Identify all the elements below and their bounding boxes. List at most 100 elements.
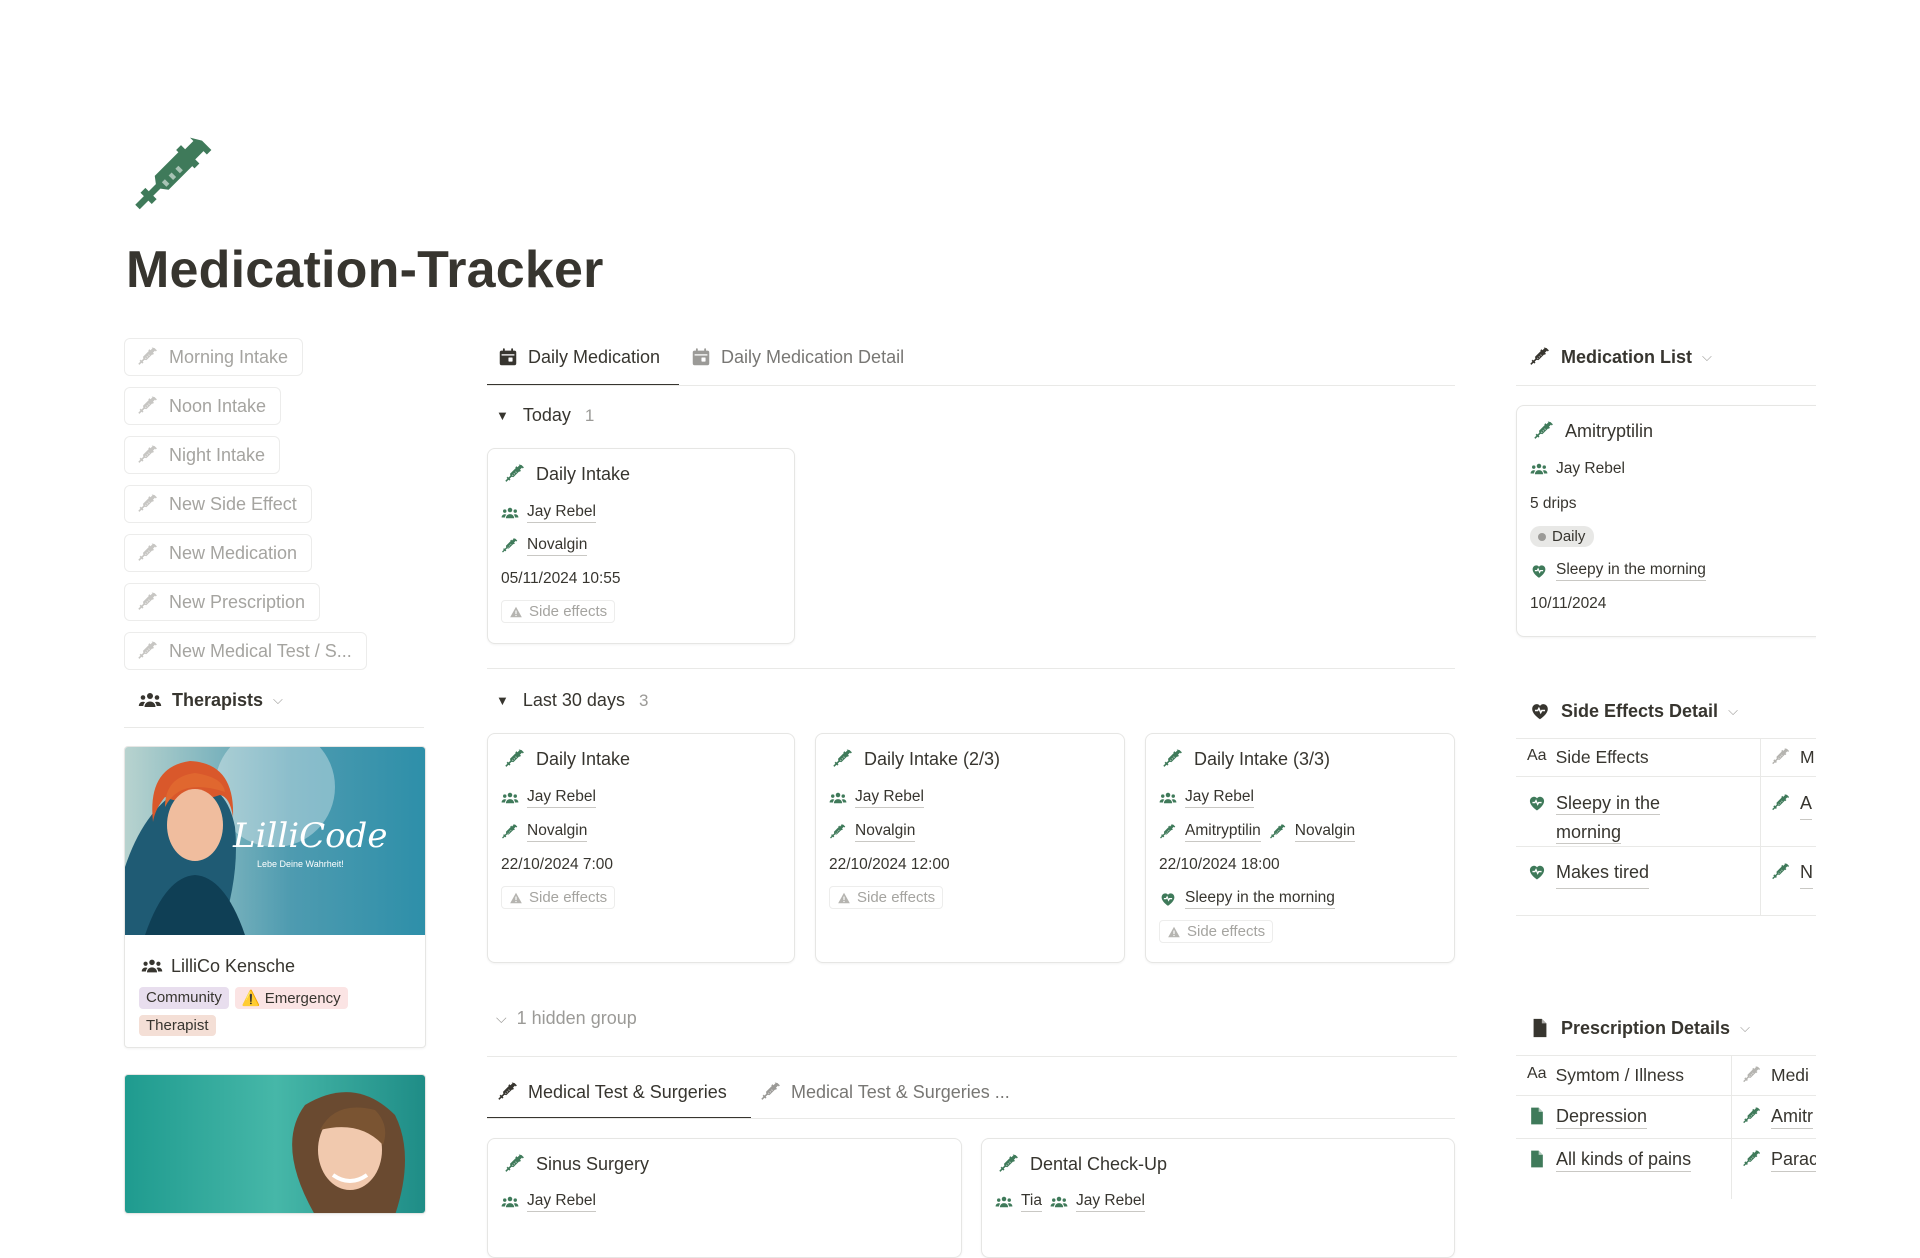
table-cell-medication[interactable]: Amitr (1742, 1106, 1813, 1129)
new-medical-test-button[interactable]: New Medical Test / S... (124, 632, 367, 670)
chevron-down-icon: ⌵ (496, 1010, 507, 1026)
row-divider (1516, 776, 1816, 777)
morning-intake-button[interactable]: Morning Intake (124, 338, 304, 376)
therapist-card-2[interactable] (124, 1074, 426, 1214)
people-icon (995, 1193, 1013, 1211)
new-side-effect-button[interactable]: New Side Effect (124, 485, 312, 523)
syringe-icon (137, 395, 159, 417)
card-title: Daily Intake (2/3) (832, 748, 1000, 770)
therapist-photo: LilliCode Lebe Deine Wahrheit! (125, 747, 425, 935)
side-effects-db-title[interactable]: Side Effects Detail ⌵ (1529, 700, 1738, 722)
therapist-tags: Community ⚠️ Emergency (139, 987, 348, 1009)
warning-icon (837, 891, 851, 905)
table-row[interactable]: Sleepy in the morning (1527, 789, 1661, 847)
tab-daily-medication-detail[interactable]: Daily Medication Detail (690, 346, 904, 368)
syringe-icon (1771, 747, 1791, 767)
hidden-groups-toggle[interactable]: ⌵ 1 hidden group (496, 1008, 637, 1029)
night-intake-button[interactable]: Night Intake (124, 436, 281, 474)
syringe-icon (504, 1153, 526, 1175)
person-prop: Jay Rebel (501, 503, 596, 523)
chevron-down-icon: ⌵ (1740, 1020, 1750, 1035)
intake-card[interactable]: Daily Intake (2/3) Jay Rebel Novalgin 22… (815, 733, 1125, 963)
tab-medical-test-surgeries-2[interactable]: Medical Test & Surgeries ... (760, 1081, 1010, 1103)
table-row[interactable]: Makes tired (1527, 858, 1650, 889)
chevron-down-icon: ⌵ (1728, 703, 1738, 718)
datetime-prop: 22/10/2024 12:00 (829, 856, 950, 873)
medical-test-card[interactable]: Sinus Surgery Jay Rebel (487, 1138, 962, 1258)
prescription-db-title[interactable]: Prescription Details ⌵ (1529, 1017, 1750, 1039)
syringe-icon (760, 1081, 782, 1103)
syringe-icon (504, 463, 526, 485)
heart-pulse-icon (1159, 890, 1177, 908)
page-title: Medication-Tracker (126, 241, 604, 299)
syringe-icon (1771, 793, 1791, 813)
column-divider (1731, 1055, 1732, 1199)
people-icon (501, 789, 519, 807)
warning-icon (509, 605, 523, 619)
syringe-icon (497, 1081, 519, 1103)
table-cell-medication[interactable]: N (1771, 858, 1813, 889)
people-icon (501, 504, 519, 522)
new-prescription-button[interactable]: New Prescription (124, 583, 321, 621)
document-icon (1529, 1017, 1551, 1039)
tab-daily-medication[interactable]: Daily Medication (497, 346, 660, 368)
syringe-icon (1742, 1106, 1762, 1126)
intake-card[interactable]: Daily Intake Jay Rebel Novalgin 22/10/20… (487, 733, 795, 963)
medication-prop: Amitryptilin Novalgin (1159, 822, 1356, 842)
card-title: Sinus Surgery (504, 1153, 649, 1175)
people-icon (1530, 460, 1548, 478)
column-header-symptom[interactable]: Aa Symtom / Illness (1527, 1065, 1684, 1086)
chevron-down-icon: ⌵ (1702, 349, 1712, 364)
side-effects-prop: Side effects (1159, 920, 1274, 943)
people-icon (829, 789, 847, 807)
warning-icon (509, 891, 523, 905)
document-icon (1527, 1149, 1547, 1169)
tag-community: Community (139, 987, 229, 1009)
side-effect-link: Sleepy in the morning (1530, 561, 1706, 581)
page-syringe-icon (130, 132, 220, 222)
group-header-last-30-days[interactable]: ▼ Last 30 days 3 (496, 690, 648, 711)
tabs-divider (487, 1118, 1455, 1119)
table-cell-medication[interactable]: Parac (1742, 1149, 1819, 1172)
side-effects-prop: Side effects (501, 886, 616, 909)
medical-test-card[interactable]: Dental Check-Up Tia Jay Rebel (981, 1138, 1455, 1258)
card-title: Daily Intake (504, 748, 630, 770)
person-prop: Jay Rebel (501, 1192, 596, 1212)
intake-card[interactable]: Daily Intake Jay Rebel Novalgin 05/11/20… (487, 448, 795, 644)
card-title: Dental Check-Up (998, 1153, 1167, 1175)
row-divider (1516, 915, 1816, 916)
table-cell-medication[interactable]: A (1771, 789, 1813, 820)
therapists-db-title[interactable]: Therapists ⌵ (138, 688, 283, 712)
syringe-icon (832, 748, 854, 770)
group-header-today[interactable]: ▼ Today 1 (496, 405, 594, 426)
table-row[interactable]: Depression (1527, 1106, 1648, 1129)
medication-card[interactable]: Amitryptilin Jay Rebel 5 drips Daily Sle… (1516, 405, 1846, 637)
column-header-side-effects[interactable]: Aa Side Effects (1527, 747, 1649, 768)
medication-list-db-title[interactable]: Medication List ⌵ (1529, 346, 1712, 368)
side-effect-link: Sleepy in the morning (1159, 889, 1335, 909)
side-effects-prop: Side effects (829, 886, 944, 909)
syringe-icon (137, 591, 159, 613)
syringe-icon (137, 444, 159, 466)
divider (1516, 1055, 1816, 1056)
therapist-card[interactable]: LilliCode Lebe Deine Wahrheit! LilliCo K… (124, 746, 426, 1048)
card-title: Daily Intake (504, 463, 630, 485)
medication-prop: Novalgin (501, 822, 588, 842)
column-header-medication[interactable]: Medi (1742, 1065, 1809, 1086)
syringe-icon (1162, 748, 1184, 770)
intake-card[interactable]: Daily Intake (3/3) Jay Rebel Amitryptili… (1145, 733, 1455, 963)
syringe-icon (1771, 862, 1791, 882)
column-header-medication[interactable]: M (1771, 747, 1815, 768)
tag-therapist: Therapist (139, 1015, 216, 1036)
side-effects-prop: Side effects (501, 600, 616, 623)
datetime-prop: 22/10/2024 7:00 (501, 856, 614, 873)
frequency-badge: Daily (1530, 526, 1595, 547)
person-prop: Jay Rebel (1159, 788, 1254, 808)
medication-prop: Novalgin (829, 822, 916, 842)
new-medication-button[interactable]: New Medication (124, 534, 313, 572)
tab-medical-test-surgeries[interactable]: Medical Test & Surgeries (497, 1081, 727, 1103)
syringe-icon (137, 493, 159, 515)
noon-intake-button[interactable]: Noon Intake (124, 387, 282, 425)
table-row[interactable]: All kinds of pains (1527, 1149, 1692, 1172)
syringe-icon (1529, 346, 1551, 368)
